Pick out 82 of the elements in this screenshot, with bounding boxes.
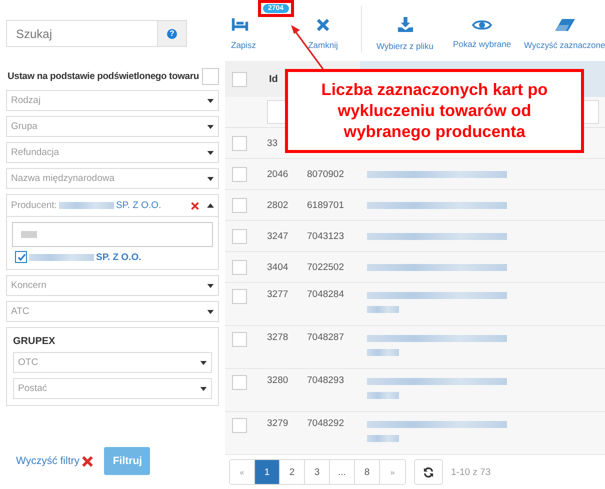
clear-icon[interactable] bbox=[191, 202, 199, 210]
close-button[interactable]: Zamknij bbox=[287, 6, 359, 61]
table-cell-text: 3277 bbox=[267, 289, 290, 300]
table-cell-text: 3278 bbox=[267, 332, 290, 343]
bed-icon bbox=[231, 17, 249, 32]
clear-filters-link[interactable]: Wyczyść filtry bbox=[16, 455, 80, 467]
table-cell-text: 6189701 bbox=[307, 200, 345, 210]
blurred-text bbox=[367, 349, 399, 356]
table-cell-text: 8070902 bbox=[307, 168, 345, 180]
select-field[interactable]: Postać bbox=[13, 378, 212, 399]
filter-label: Producent: bbox=[11, 200, 57, 211]
table-cell-text: 7048284 bbox=[307, 289, 345, 300]
eraser-icon bbox=[554, 18, 576, 32]
checkbox[interactable] bbox=[232, 228, 247, 244]
checkbox[interactable] bbox=[232, 332, 247, 347]
erase-button[interactable]: Wyczyść zaznaczone bbox=[518, 6, 605, 61]
select-field[interactable]: Nazwa międzynarodowa bbox=[6, 168, 219, 189]
caret-icon bbox=[207, 284, 214, 288]
option-label: Ustaw na podstawie podświetlonego towaru bbox=[7, 71, 199, 82]
caret-icon bbox=[207, 98, 214, 102]
column-header[interactable]: Id bbox=[269, 74, 278, 84]
download-icon bbox=[396, 16, 414, 33]
checkbox[interactable] bbox=[232, 136, 247, 150]
selected-value: SP. Z O.O. bbox=[116, 200, 162, 211]
checkbox[interactable] bbox=[15, 251, 27, 263]
input-field[interactable] bbox=[12, 222, 213, 247]
help-button[interactable]: ? bbox=[158, 20, 187, 47]
previous-page-button[interactable]: « bbox=[230, 460, 255, 484]
group-title: GRUPEX bbox=[13, 336, 56, 347]
search-field[interactable]: Szukaj bbox=[6, 20, 158, 47]
checkbox[interactable] bbox=[232, 260, 247, 274]
eye-icon bbox=[472, 18, 492, 30]
table-cell-text: 3404 bbox=[267, 262, 290, 272]
checkbox[interactable] bbox=[232, 166, 247, 182]
caret-icon bbox=[207, 150, 214, 154]
table-cell-text: 3279 bbox=[267, 418, 290, 429]
table-cell-text: 3280 bbox=[267, 375, 290, 386]
blurred-text bbox=[367, 392, 399, 399]
select-field[interactable]: Koncern bbox=[6, 275, 219, 296]
blurred-text bbox=[58, 202, 114, 209]
table-cell-text: 33 bbox=[267, 138, 279, 148]
caret-icon bbox=[207, 124, 214, 128]
checkbox[interactable] bbox=[232, 72, 247, 86]
caret-icon[interactable] bbox=[207, 203, 214, 208]
table-cell-text: 7043123 bbox=[307, 230, 345, 242]
table-cell-text: 7048292 bbox=[307, 418, 345, 429]
callout-tooltip: Liczba zaznaczonych kart po wykluczeniu towarów od wybranego producenta bbox=[285, 69, 584, 153]
close-icon bbox=[82, 456, 94, 466]
table-cell-text: 7022502 bbox=[307, 262, 345, 272]
checkbox[interactable] bbox=[202, 68, 219, 85]
checkbox[interactable] bbox=[232, 198, 247, 212]
checkbox[interactable] bbox=[232, 375, 247, 390]
select-field[interactable]: OTC bbox=[13, 352, 212, 373]
caret-icon bbox=[207, 310, 214, 314]
page-button[interactable]: 1 bbox=[255, 460, 280, 484]
import-button[interactable]: Wybierz z pliku bbox=[364, 6, 446, 61]
blurred-text bbox=[367, 306, 399, 313]
page-summary: 1-10 z 73 bbox=[451, 466, 491, 478]
caret-icon bbox=[200, 386, 207, 390]
select-field[interactable]: Rodzaj bbox=[6, 90, 219, 111]
close-icon bbox=[316, 18, 330, 32]
blurred-text bbox=[29, 254, 94, 260]
view-button[interactable]: Pokaż wybrane bbox=[446, 6, 518, 61]
option-label: SP. Z O.O. bbox=[96, 252, 142, 262]
save-button[interactable]: Zapisz bbox=[225, 6, 261, 61]
select-field[interactable]: Grupa bbox=[6, 116, 219, 137]
select-field[interactable]: ATC bbox=[6, 301, 219, 322]
table-cell-text: 7048287 bbox=[307, 332, 345, 343]
table-cell-text: 2046 bbox=[267, 168, 290, 180]
refresh-icon bbox=[423, 466, 434, 478]
caret-icon bbox=[207, 176, 214, 180]
blurred-text bbox=[367, 435, 399, 442]
refresh-button[interactable] bbox=[414, 459, 443, 485]
table-cell-text: 3247 bbox=[267, 230, 290, 242]
checkbox[interactable] bbox=[232, 289, 247, 304]
filter-button[interactable]: Filtruj bbox=[104, 447, 150, 475]
caret-icon bbox=[200, 360, 207, 364]
checkbox[interactable] bbox=[232, 418, 247, 433]
blurred-text bbox=[21, 231, 37, 238]
table-cell-text: 7048293 bbox=[307, 375, 345, 386]
select-field[interactable]: Refundacja bbox=[6, 142, 219, 163]
table-cell-text: 2802 bbox=[267, 200, 290, 210]
